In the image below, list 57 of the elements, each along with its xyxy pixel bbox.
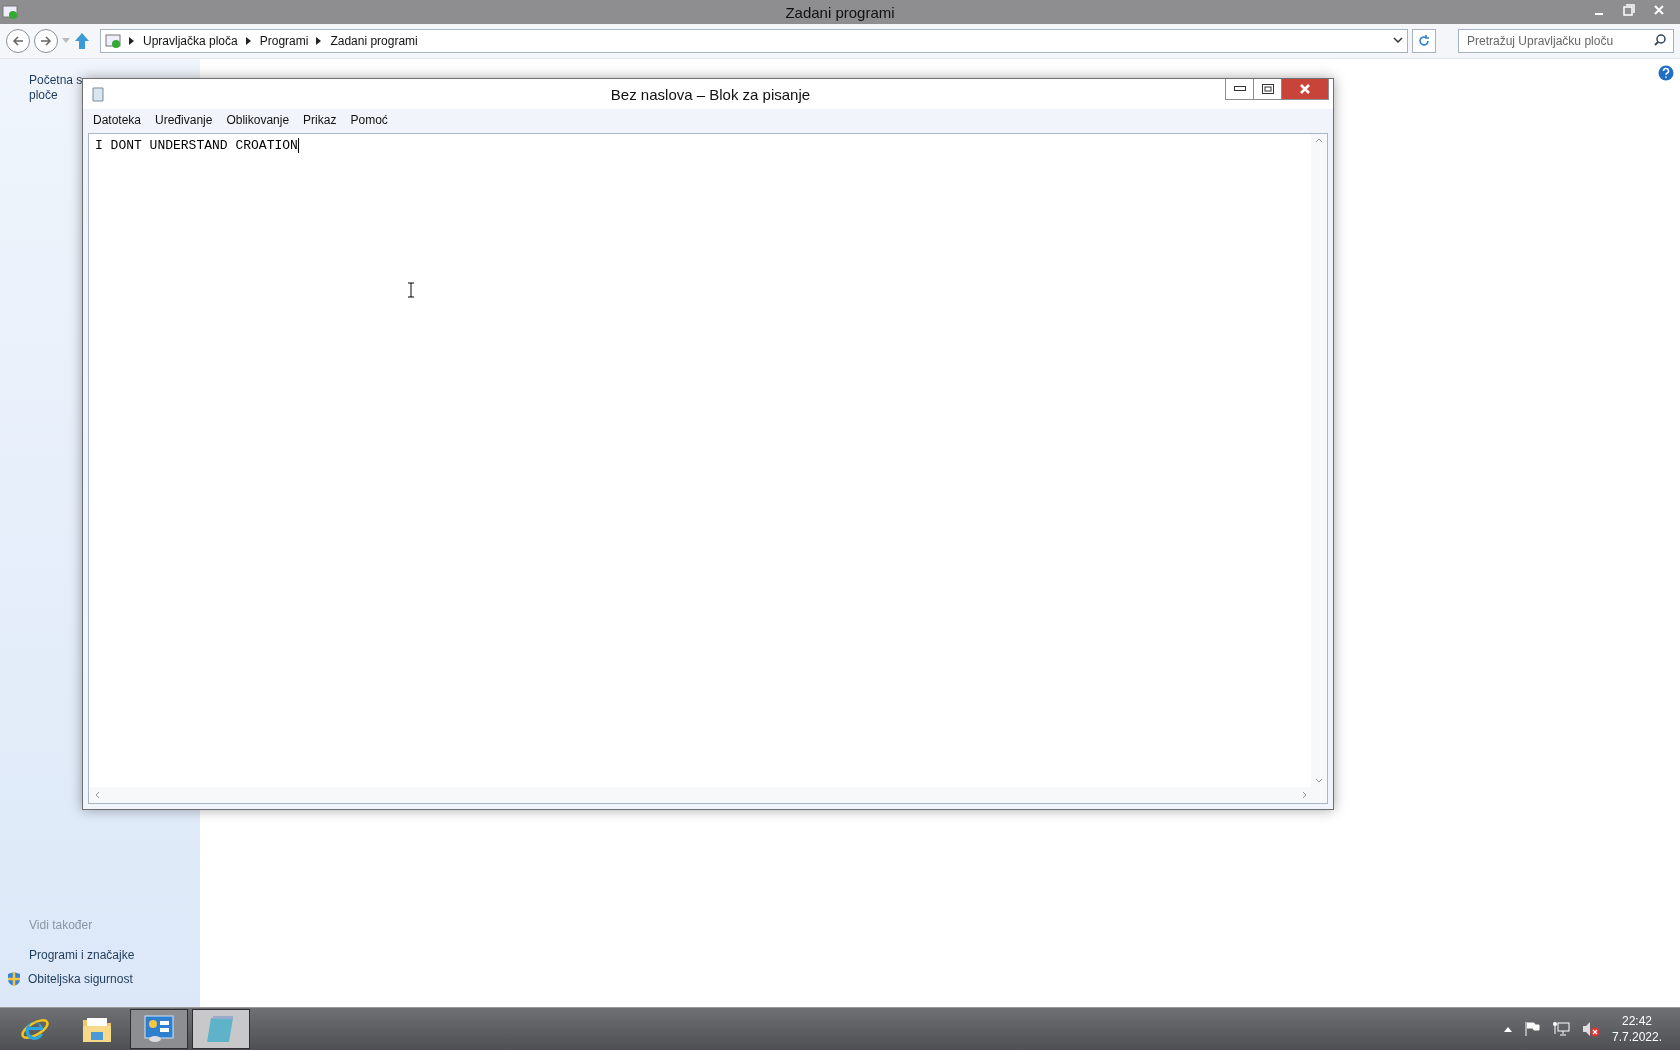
chevron-right-icon: [245, 37, 252, 45]
chevron-right-icon: [129, 37, 135, 45]
menu-item[interactable]: Oblikovanje: [226, 113, 290, 127]
refresh-button[interactable]: [1412, 29, 1436, 53]
minimize-icon: [1595, 13, 1603, 15]
forward-button[interactable]: [34, 29, 58, 53]
clock[interactable]: 22:42 7.7.2022.: [1611, 1013, 1662, 1045]
search-icon: [1654, 34, 1666, 46]
minimize-icon: [1233, 86, 1246, 92]
text-cursor-icon: [407, 282, 415, 298]
minimize-button[interactable]: [1225, 79, 1254, 100]
breadcrumb-item[interactable]: Upravljačka ploča: [143, 34, 238, 48]
restore-icon: [1623, 4, 1635, 16]
arrow-left-icon: [12, 35, 24, 47]
text-area[interactable]: I DONT UNDERSTAND CROATION: [88, 133, 1328, 804]
flag-icon: [1523, 1021, 1540, 1037]
chevron-down-icon: [1393, 37, 1403, 45]
address-bar[interactable]: Upravljačka ploča Programi Zadani programi: [100, 29, 1408, 53]
taskbar-button[interactable]: [130, 1009, 188, 1049]
control-panel-icon: [143, 1014, 175, 1044]
help-icon[interactable]: [1658, 65, 1674, 81]
shield-icon: [6, 971, 22, 987]
scroll-left-icon: [95, 791, 100, 799]
see-also-heading: Vidi također: [29, 918, 94, 932]
maximize-icon: [1261, 84, 1274, 94]
close-icon: [1299, 83, 1311, 95]
back-button[interactable]: [6, 29, 30, 53]
refresh-icon: [1418, 35, 1430, 47]
control-panel-home-link[interactable]: Početna s ploče: [29, 73, 83, 103]
dropdown-caret-icon: [62, 38, 70, 44]
control-panel-icon: [2, 4, 18, 20]
sidebar-link[interactable]: Programi i značajke: [29, 948, 200, 963]
breadcrumb-item[interactable]: Programi: [259, 34, 309, 48]
network-icon: [1551, 1021, 1570, 1037]
search-field[interactable]: Pretražuj Upravljačku ploču: [1458, 29, 1674, 53]
scroll-down-icon: [1315, 778, 1323, 783]
chevron-right-icon: [316, 37, 323, 45]
sidebar-link[interactable]: Obiteljska sigurnost: [6, 971, 200, 987]
menu-item[interactable]: Datoteka: [93, 113, 142, 127]
up-caret-icon: [1503, 1026, 1512, 1032]
menu-item[interactable]: Uređivanje: [155, 113, 213, 127]
close-button[interactable]: [1281, 79, 1329, 100]
arrow-right-icon: [40, 35, 52, 47]
taskbar-button[interactable]: [192, 1009, 250, 1049]
menu-item[interactable]: Pomoć: [350, 113, 388, 127]
notepad-icon: [91, 86, 105, 102]
close-icon: [1653, 4, 1665, 16]
menu-item[interactable]: Prikaz: [303, 113, 337, 127]
window-title: Zadani programi: [785, 3, 895, 21]
speaker-muted-icon: [1581, 1021, 1600, 1037]
control-panel-icon: [105, 33, 121, 49]
scroll-right-icon: [1302, 791, 1307, 799]
scroll-up-icon: [1315, 138, 1323, 143]
window-title: Bez naslova – Blok za pisanje: [609, 85, 812, 103]
up-arrow-icon[interactable]: [74, 32, 90, 50]
breadcrumb-item[interactable]: Zadani programi: [330, 34, 418, 48]
document-text: I DONT UNDERSTAND CROATION: [95, 138, 299, 153]
